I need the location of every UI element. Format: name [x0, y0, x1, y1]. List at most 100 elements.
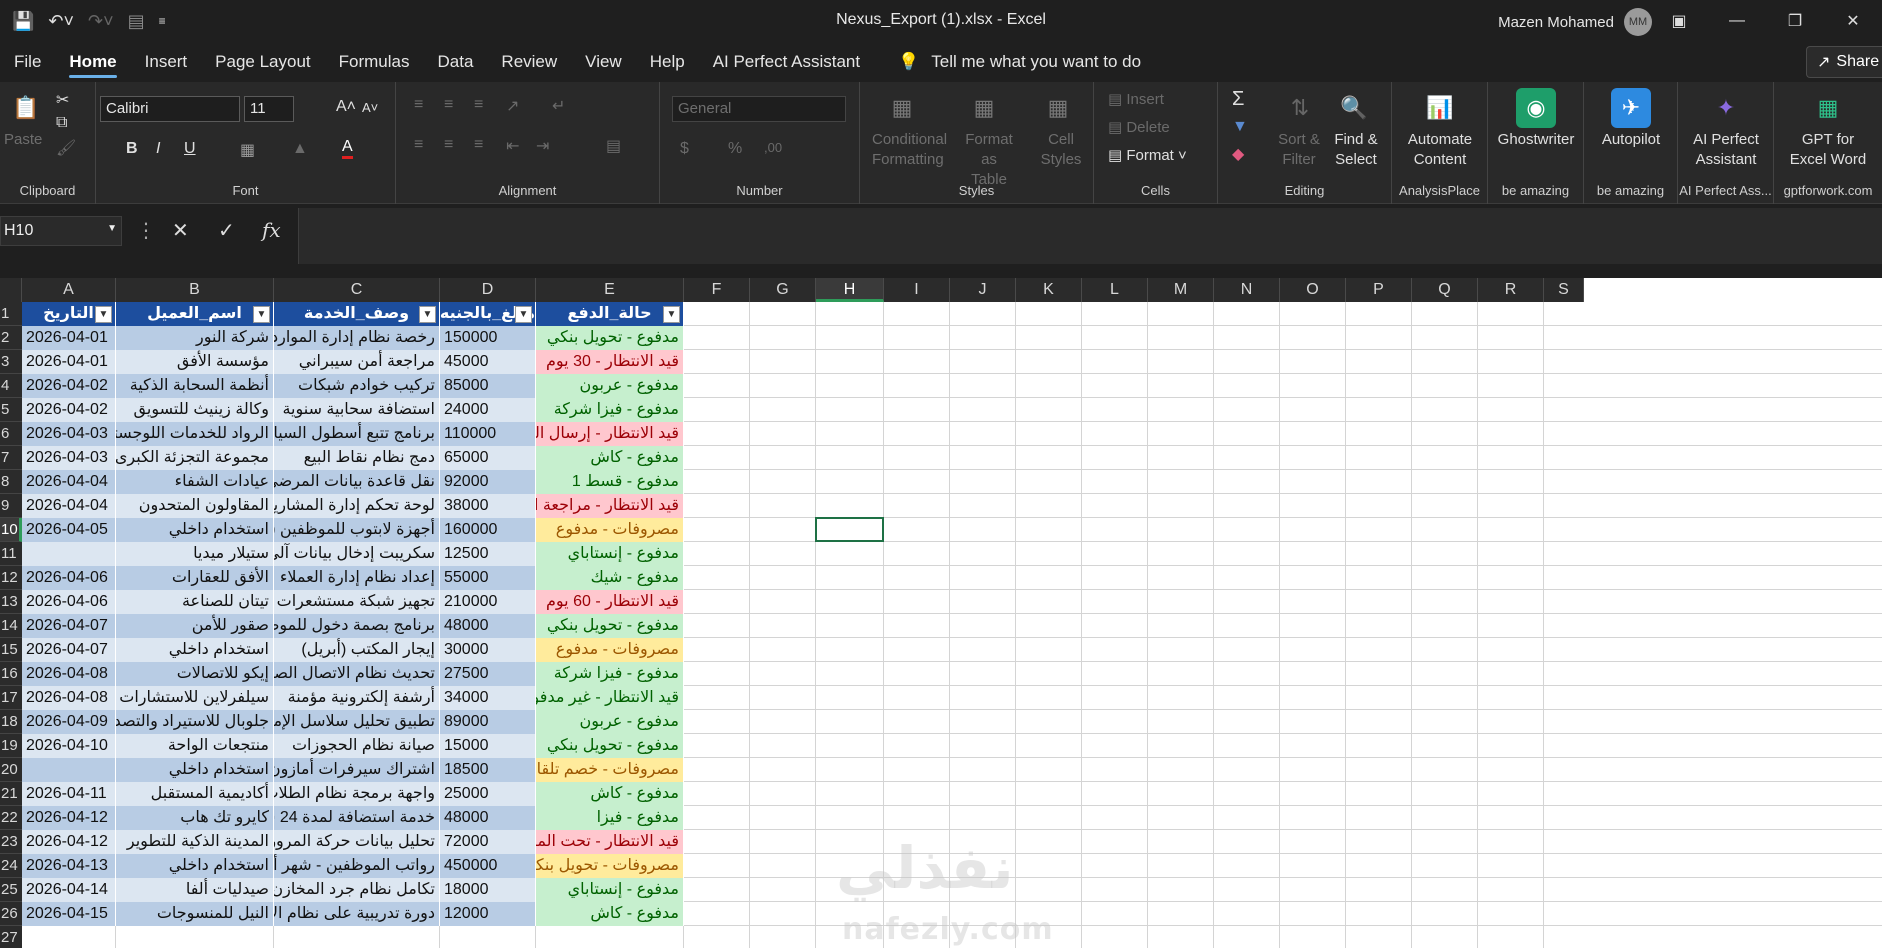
cell-client[interactable]: المدينة الذكية للتطوير — [116, 830, 274, 854]
cell-service[interactable]: سكريبت إدخال بيانات آلي — [274, 542, 440, 566]
cell-client[interactable]: استخدام داخلي — [116, 518, 274, 542]
insert-cells-button[interactable]: ▤ Insert — [1108, 90, 1164, 108]
column-header-r[interactable]: R — [1478, 278, 1544, 302]
decrease-indent-icon[interactable]: ⇤ — [506, 136, 519, 156]
tab-view[interactable]: View — [571, 42, 636, 82]
cell-amount[interactable]: 24000 — [440, 398, 536, 422]
column-header-h[interactable]: H — [816, 278, 884, 302]
cell-client[interactable]: إيكو للاتصالات — [116, 662, 274, 686]
filter-dropdown-icon[interactable]: ▼ — [515, 306, 532, 323]
cell-date[interactable]: 2026-04-04 — [22, 494, 116, 518]
cell-service[interactable]: رواتب الموظفين - شهر أبريل — [274, 854, 440, 878]
cell-client[interactable]: ستيلار ميديا — [116, 542, 274, 566]
cell-client[interactable]: صيدليات ألفا — [116, 878, 274, 902]
filter-dropdown-icon[interactable]: ▼ — [95, 306, 112, 323]
cell-status[interactable]: مدفوع - فيزا شركة — [536, 662, 684, 686]
automate-content-button[interactable]: Automate Content — [1392, 130, 1488, 170]
conditional-formatting-button[interactable]: Conditional Formatting — [872, 130, 947, 170]
cell-status[interactable]: قيد الانتظار - إرسال الفاتورة — [536, 422, 684, 446]
row-header-4[interactable]: 4 — [0, 374, 22, 398]
cell-service[interactable]: مراجعة أمن سيبراني — [274, 350, 440, 374]
cell-status[interactable]: مدفوع - عربون — [536, 710, 684, 734]
row-header-15[interactable]: 15 — [0, 638, 22, 662]
row-header-17[interactable]: 17 — [0, 686, 22, 710]
cell-service[interactable]: تحليل بيانات حركة المرور — [274, 830, 440, 854]
cell-date[interactable]: 2026-04-08 — [22, 662, 116, 686]
row-header-14[interactable]: 14 — [0, 614, 22, 638]
column-header-m[interactable]: M — [1148, 278, 1214, 302]
cell-date[interactable]: 2026-04-12 — [22, 806, 116, 830]
customize-toolbar-icon[interactable]: ≡ — [159, 14, 166, 28]
user-account[interactable]: Mazen Mohamed MM — [1498, 8, 1652, 36]
cell-date[interactable]: 2026-04-06 — [22, 566, 116, 590]
table-header-cell[interactable]: التاريخ ▼ — [22, 302, 116, 326]
cell-status[interactable]: مدفوع - قسط 1 — [536, 470, 684, 494]
cell-date[interactable] — [22, 542, 116, 566]
cell-service[interactable]: خدمة استضافة لمدة 24 شهر — [274, 806, 440, 830]
row-header-5[interactable]: 5 — [0, 398, 22, 422]
row-header-3[interactable]: 3 — [0, 350, 22, 374]
increase-indent-icon[interactable]: ⇥ — [536, 136, 549, 156]
align-left-icon[interactable]: ≡ — [414, 136, 423, 154]
minimize-icon[interactable]: — — [1708, 0, 1766, 42]
cell-date[interactable]: 2026-04-15 — [22, 902, 116, 926]
orientation-icon[interactable]: ↗ — [506, 96, 519, 116]
align-right-icon[interactable]: ≡ — [474, 136, 483, 154]
close-icon[interactable]: ✕ — [1824, 0, 1882, 42]
autopilot-button[interactable]: Autopilot — [1584, 130, 1678, 150]
insert-function-icon[interactable]: fx — [262, 218, 281, 242]
cell-service[interactable]: أرشفة إلكترونية مؤمنة — [274, 686, 440, 710]
cell-client[interactable]: شركة النور — [116, 326, 274, 350]
column-header-k[interactable]: K — [1016, 278, 1082, 302]
cell-client[interactable]: المقاولون المتحدون — [116, 494, 274, 518]
row-header-10[interactable]: 10 — [0, 518, 22, 542]
autosum-icon[interactable]: Σ — [1232, 88, 1244, 111]
tab-file[interactable]: File — [0, 42, 55, 82]
tab-data[interactable]: Data — [424, 42, 488, 82]
cell-amount[interactable]: 450000 — [440, 854, 536, 878]
cell-client[interactable]: وكالة زينيث للتسويق — [116, 398, 274, 422]
number-format-select[interactable]: General — [672, 96, 846, 122]
cell-amount[interactable]: 150000 — [440, 326, 536, 350]
clear-icon[interactable]: ◆ — [1232, 144, 1244, 164]
cell-client[interactable]: سيلفرلاين للاستشارات القانونية — [116, 686, 274, 710]
cell-status[interactable]: مصروفات - تحويل بنكي — [536, 854, 684, 878]
column-header-s[interactable]: S — [1544, 278, 1584, 302]
row-header-16[interactable]: 16 — [0, 662, 22, 686]
cell-status[interactable]: مدفوع - فيزا شركة — [536, 398, 684, 422]
cell-client[interactable]: استخدام داخلي — [116, 758, 274, 782]
cell-amount[interactable]: 89000 — [440, 710, 536, 734]
find-select-button[interactable]: Find & Select — [1328, 130, 1384, 170]
cell-status[interactable]: مصروفات - مدفوع — [536, 638, 684, 662]
cell-date[interactable]: 2026-04-05 — [22, 518, 116, 542]
restore-icon[interactable]: ❐ — [1766, 0, 1824, 42]
row-header-12[interactable]: 12 — [0, 566, 22, 590]
cancel-icon[interactable]: ✕ — [172, 218, 189, 243]
fill-icon[interactable]: ▼ — [1232, 118, 1248, 136]
select-all-corner[interactable] — [0, 278, 22, 302]
cell-service[interactable]: صيانة نظام الحجوزات — [274, 734, 440, 758]
tab-review[interactable]: Review — [487, 42, 571, 82]
font-name-select[interactable]: Calibri — [100, 96, 240, 122]
row-header-23[interactable]: 23 — [0, 830, 22, 854]
percent-button[interactable]: % — [728, 140, 742, 158]
cell-date[interactable]: 2026-04-04 — [22, 470, 116, 494]
cell-amount[interactable]: 65000 — [440, 446, 536, 470]
row-header-7[interactable]: 7 — [0, 446, 22, 470]
format-as-table-button[interactable]: Format as Table — [956, 130, 1022, 190]
cell-service[interactable]: استضافة سحابية سنوية — [274, 398, 440, 422]
cell-amount[interactable]: 72000 — [440, 830, 536, 854]
cell-service[interactable]: برنامج تتبع أسطول السيارات — [274, 422, 440, 446]
cell-amount[interactable]: 110000 — [440, 422, 536, 446]
cell-amount[interactable]: 25000 — [440, 782, 536, 806]
column-header-l[interactable]: L — [1082, 278, 1148, 302]
filter-dropdown-icon[interactable]: ▼ — [419, 306, 436, 323]
table-header-cell[interactable]: وصف_الخدمة ▼ — [274, 302, 440, 326]
cell-status[interactable]: قيد الانتظار - 60 يوم — [536, 590, 684, 614]
comma-style-icon[interactable]: ,00 — [764, 140, 782, 155]
cell-amount[interactable]: 15000 — [440, 734, 536, 758]
cell-service[interactable]: تجهيز شبكة مستشعرات ذكية — [274, 590, 440, 614]
share-button[interactable]: ↗ Share — [1806, 46, 1882, 78]
cell-status[interactable]: مدفوع - فيزا — [536, 806, 684, 830]
name-box-dropdown-icon[interactable]: ▼ — [107, 223, 117, 234]
